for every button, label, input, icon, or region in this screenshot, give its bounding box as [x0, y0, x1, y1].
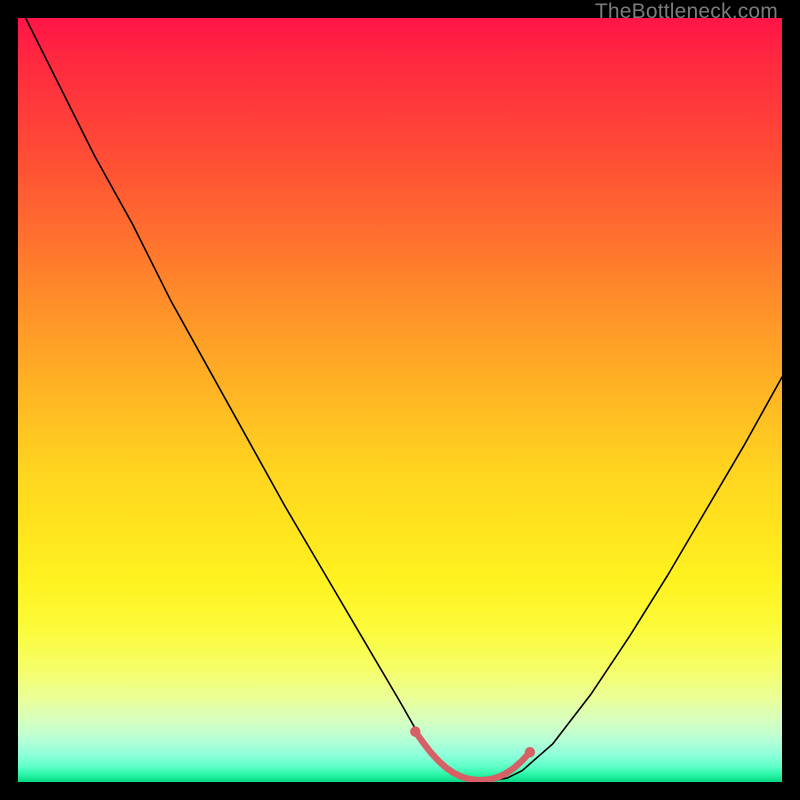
- optimal-range-endpoint: [410, 726, 420, 736]
- curve-layer: [18, 18, 782, 782]
- plot-area: [18, 18, 782, 782]
- optimal-range-curve: [410, 726, 535, 780]
- optimal-range-endpoint: [525, 747, 535, 757]
- bottleneck-curve: [26, 18, 782, 780]
- chart-container: TheBottleneck.com: [0, 0, 800, 800]
- watermark-text: TheBottleneck.com: [595, 0, 778, 24]
